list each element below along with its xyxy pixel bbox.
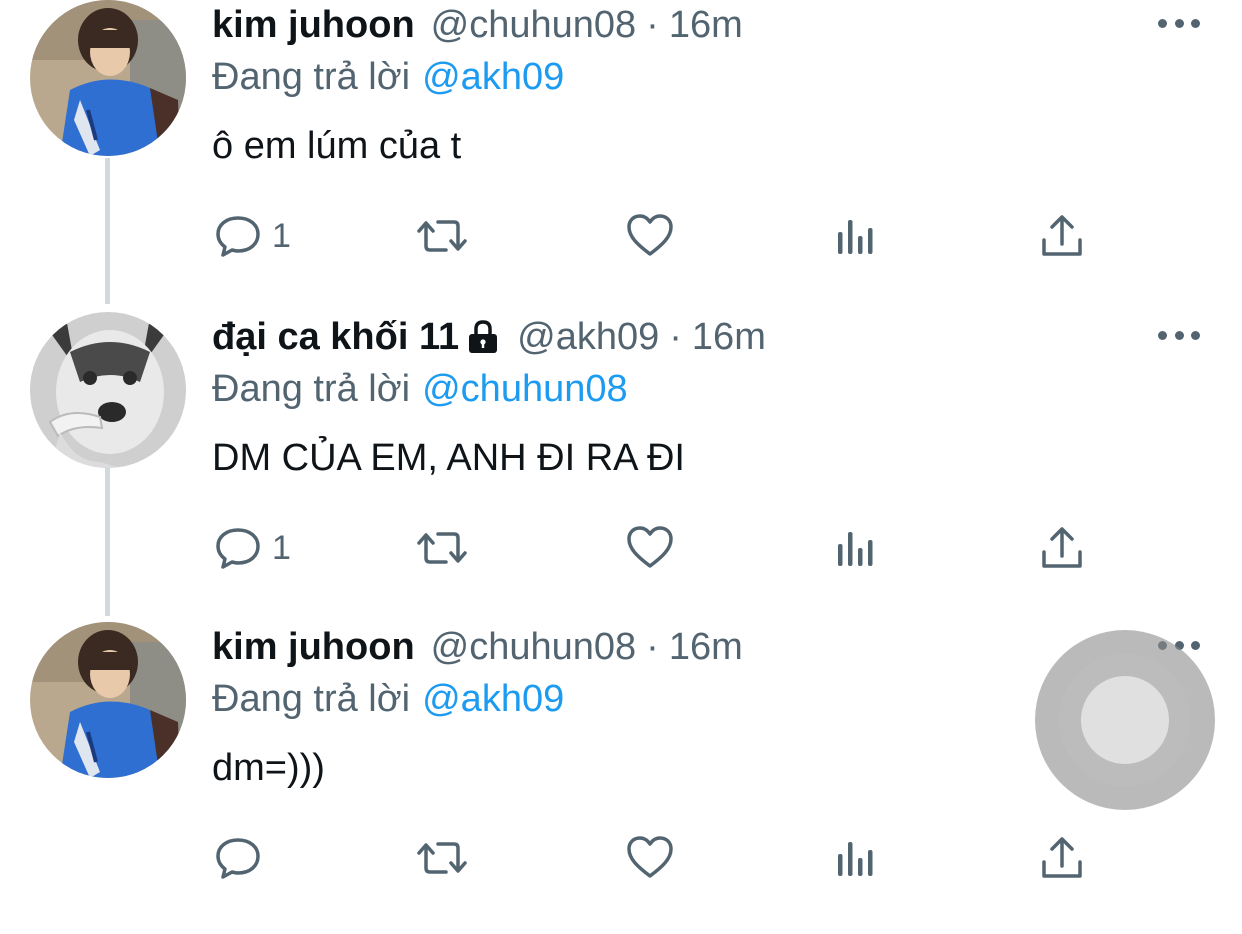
tweet-actions [0, 830, 1242, 886]
separator-dot: · [669, 316, 682, 358]
reply-icon [216, 838, 260, 879]
tweet-header: đại ca khối 11 @akh09 · 16m [212, 312, 766, 362]
like-button[interactable] [624, 208, 676, 264]
user-handle[interactable]: @chuhun08 [431, 0, 637, 50]
share-button[interactable] [1036, 208, 1088, 264]
avatar[interactable] [30, 0, 186, 156]
mention-link[interactable]: @akh09 [422, 678, 564, 720]
avatar[interactable] [30, 622, 186, 778]
user-handle[interactable]: @akh09 [517, 312, 659, 362]
retweet-icon [417, 220, 467, 252]
display-name[interactable]: đại ca khối 11 [212, 312, 459, 362]
replying-to-label: Đang trả lời [212, 368, 411, 410]
share-icon [1042, 215, 1082, 256]
person-avatar-image [30, 0, 186, 156]
more-icon[interactable] [1158, 320, 1200, 350]
analytics-icon [838, 220, 873, 254]
like-button[interactable] [624, 830, 676, 886]
tweet-text: dm=))) [212, 747, 325, 789]
analytics-icon [838, 842, 873, 876]
display-name[interactable]: kim juhoon [212, 622, 415, 672]
separator-dot: · [646, 4, 659, 46]
analytics-button[interactable] [830, 520, 882, 576]
tweet-actions: 1 [0, 520, 1242, 576]
replying-to: Đang trả lời @akh09 [212, 52, 564, 102]
like-icon [627, 836, 673, 878]
assistive-touch-core [1081, 676, 1169, 764]
reply-button[interactable]: 1 [212, 208, 291, 264]
share-button[interactable] [1036, 520, 1088, 576]
tweet-actions: 1 [0, 208, 1242, 264]
timestamp[interactable]: 16m [692, 312, 766, 362]
assistive-touch-button[interactable] [1035, 630, 1215, 810]
replying-to: Đang trả lời @akh09 [212, 674, 564, 724]
tweet-header: kim juhoon @chuhun08 · 16m [212, 622, 743, 672]
reply-button[interactable] [212, 830, 272, 886]
person-avatar-image [30, 622, 186, 778]
retweet-button[interactable] [416, 830, 468, 886]
analytics-button[interactable] [830, 830, 882, 886]
share-button[interactable] [1036, 830, 1088, 886]
husky-avatar-image [30, 312, 186, 468]
tweet-header: kim juhoon @chuhun08 · 16m [212, 0, 743, 50]
like-button[interactable] [624, 520, 676, 576]
replying-to-label: Đang trả lời [212, 56, 411, 98]
like-icon [627, 526, 673, 568]
reply-icon [216, 528, 260, 569]
separator-dot: · [646, 626, 659, 668]
reply-button[interactable]: 1 [212, 520, 291, 576]
replying-to: Đang trả lời @chuhun08 [212, 364, 628, 414]
timestamp[interactable]: 16m [669, 0, 743, 50]
tweet-text: ô em lúm của t [212, 125, 462, 167]
tweet[interactable]: đại ca khối 11 @akh09 · 16m Đang trả lời… [0, 312, 1242, 624]
reply-icon [216, 216, 260, 257]
analytics-icon [838, 532, 873, 566]
tweet-text: DM CỦA EM, ANH ĐI RA ĐI [212, 437, 685, 479]
retweet-button[interactable] [416, 520, 468, 576]
share-icon [1042, 837, 1082, 878]
retweet-icon [417, 842, 467, 874]
like-icon [627, 214, 673, 256]
mention-link[interactable]: @chuhun08 [422, 368, 628, 410]
reply-count: 1 [272, 528, 291, 567]
tweet[interactable]: kim juhoon @chuhun08 · 16m Đang trả lời @… [0, 0, 1242, 312]
more-icon[interactable] [1158, 8, 1200, 38]
reply-count: 1 [272, 216, 291, 255]
display-name[interactable]: kim juhoon [212, 0, 415, 50]
replying-to-label: Đang trả lời [212, 678, 411, 720]
user-handle[interactable]: @chuhun08 [431, 622, 637, 672]
analytics-button[interactable] [830, 208, 882, 264]
lock-icon [469, 320, 498, 353]
avatar[interactable] [30, 312, 186, 468]
retweet-icon [417, 532, 467, 564]
timestamp[interactable]: 16m [669, 622, 743, 672]
share-icon [1042, 527, 1082, 568]
mention-link[interactable]: @akh09 [422, 56, 564, 98]
retweet-button[interactable] [416, 208, 468, 264]
